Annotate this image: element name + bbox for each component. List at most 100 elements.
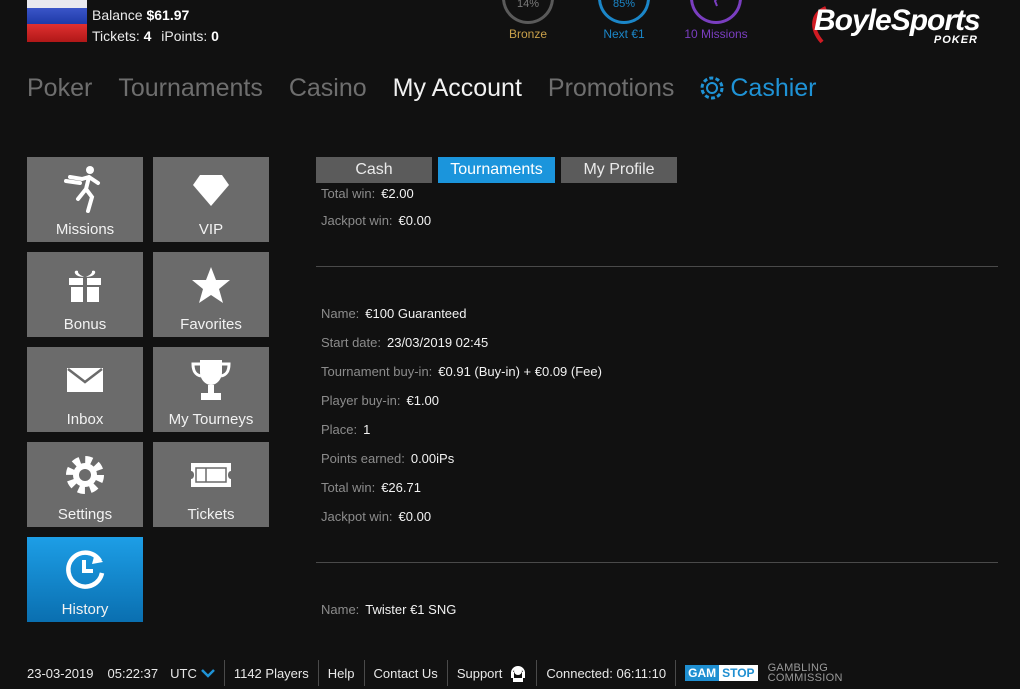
tile-missions[interactable]: Missions [27, 157, 143, 242]
current-date: 23-03-2019 [27, 665, 94, 681]
history-icon [66, 550, 105, 589]
tile-my-tourneys[interactable]: My Tourneys [153, 347, 269, 432]
gamstop-stop-text: STOP [719, 665, 758, 681]
main-navigation: Poker Tournaments Casino My Account Prom… [27, 70, 843, 106]
timezone-selector[interactable]: UTC [170, 666, 215, 681]
jackpot-win-value: €0.00 [398, 509, 432, 524]
next-reward-label: Next €1 [603, 27, 645, 41]
contact-us-link[interactable]: Contact Us [363, 660, 447, 686]
jackpot-label: Jackpot win: [321, 213, 393, 228]
tile-favorites[interactable]: Favorites [153, 252, 269, 337]
tile-history-label: History [61, 601, 109, 618]
next-reward-progress[interactable]: 85% Next €1 [579, 0, 669, 41]
tile-bonus[interactable]: Bonus [27, 252, 143, 337]
gift-icon [69, 270, 101, 302]
diamond-icon [193, 175, 229, 206]
history-tabs: Cash Tournaments My Profile [316, 157, 683, 183]
help-link[interactable]: Help [317, 660, 364, 686]
connection-status: Connected: 06:11:10 [536, 660, 675, 686]
trophy-icon [191, 360, 231, 400]
tile-vip[interactable]: VIP [153, 157, 269, 242]
start-date-label: Start date: [321, 335, 381, 350]
nav-promotions[interactable]: Promotions [548, 74, 674, 103]
boylesports-poker-logo: BoyleSports POKER [808, 2, 988, 46]
tab-tournaments[interactable]: Tournaments [438, 157, 555, 183]
history-row-total-win: Total win: €26.71 [321, 480, 421, 495]
tournament-history-list[interactable]: Total win: €2.00 Jackpot win: €0.00 Name: €… [316, 183, 998, 635]
total-win-label: Total win: [321, 186, 376, 201]
commission-text: COMMISSION [767, 672, 843, 684]
tournament-buyin-value: €0.91 (Buy-in) + €0.09 (Fee) [438, 364, 602, 379]
mission-figure-icon [713, 0, 718, 7]
jackpot-value: €0.00 [398, 213, 432, 228]
nav-cashier-label: Cashier [730, 73, 817, 102]
gamstop-logo[interactable]: GAM STOP [685, 665, 758, 681]
history-row-jackpot: Jackpot win: €0.00 [321, 213, 431, 228]
tile-bonus-label: Bonus [63, 316, 107, 333]
player-buyin-label: Player buy-in: [321, 393, 401, 408]
tab-my-profile[interactable]: My Profile [561, 157, 677, 183]
country-flag [27, 0, 87, 42]
history-row-jackpot-win: Jackpot win: €0.00 [321, 509, 431, 524]
timezone-label: UTC [170, 665, 197, 681]
name-value: Twister €1 SNG [365, 602, 457, 617]
bronze-progress[interactable]: 14% Bronze [483, 0, 573, 41]
jackpot-win-label: Jackpot win: [321, 509, 393, 524]
nav-my-account[interactable]: My Account [393, 74, 522, 103]
tile-my-tourneys-label: My Tourneys [168, 411, 254, 428]
logo-subtitle: POKER [933, 34, 978, 46]
nav-poker[interactable]: Poker [27, 74, 92, 103]
tile-settings-label: Settings [57, 506, 113, 523]
gambling-commission-logo[interactable]: GAMBLING COMMISSION [767, 663, 843, 684]
tile-inbox[interactable]: Inbox [27, 347, 143, 432]
star-icon [192, 267, 230, 303]
responsible-gambling-logos: GAM STOP GAMBLING COMMISSION [675, 660, 852, 686]
history-row-total-win-partial: Total win: €2.00 [321, 186, 414, 201]
tab-cash[interactable]: Cash [316, 157, 432, 183]
missions-ring [690, 0, 742, 24]
history-row-tournament-buyin: Tournament buy-in: €0.91 (Buy-in) + €0.09… [321, 364, 602, 379]
nav-casino[interactable]: Casino [289, 74, 367, 103]
total-win-value: €26.71 [381, 480, 421, 495]
nav-tournaments[interactable]: Tournaments [118, 74, 263, 103]
place-label: Place: [321, 422, 358, 437]
history-row-place: Place: 1 [321, 422, 370, 437]
ipoints-label: iPoints: [161, 28, 208, 44]
bronze-progress-ring: 14% [502, 0, 554, 24]
tile-history[interactable]: History [27, 537, 143, 622]
current-time: 05:22:37 [107, 665, 159, 681]
gamstop-gam-text: GAM [685, 665, 720, 681]
tile-tickets[interactable]: Tickets [153, 442, 269, 527]
start-date-value: 23/03/2019 02:45 [386, 335, 489, 350]
tile-settings[interactable]: Settings [27, 442, 143, 527]
missions-icon [64, 166, 100, 213]
name-label: Name: [321, 306, 360, 321]
support-link[interactable]: Support [446, 660, 537, 686]
players-online: 1142 Players [223, 660, 318, 686]
tickets-label: Tickets: [92, 28, 140, 44]
support-label: Support [456, 665, 503, 681]
history-row-start-date: Start date: 23/03/2019 02:45 [321, 335, 488, 350]
history-row-name: Name: €100 Guaranteed [321, 306, 467, 321]
ticket-icon [191, 463, 231, 487]
logo-wordmark: BoyleSports [814, 4, 981, 37]
player-buyin-value: €1.00 [406, 393, 440, 408]
headset-icon [511, 666, 526, 682]
next-reward-ring: 85% [598, 0, 650, 24]
missions-progress[interactable]: 10 Missions [671, 0, 761, 41]
status-bar: 23-03-2019 05:22:37 UTC 1142 Players Hel… [27, 660, 852, 686]
name-label: Name: [321, 602, 360, 617]
history-row-points-earned: Points earned: 0.00iPs [321, 451, 454, 466]
entry-divider [316, 562, 998, 563]
total-win-label: Total win: [321, 480, 376, 495]
tile-missions-label: Missions [55, 221, 115, 238]
tile-favorites-label: Favorites [180, 316, 242, 333]
tickets-value: 4 [143, 28, 152, 44]
history-row-player-buyin: Player buy-in: €1.00 [321, 393, 439, 408]
date-time: 23-03-2019 05:22:37 UTC [27, 660, 224, 686]
balance-value: $61.97 [146, 7, 190, 23]
missions-label: 10 Missions [684, 27, 748, 41]
nav-cashier[interactable]: Cashier [700, 73, 817, 103]
tile-inbox-label: Inbox [66, 411, 104, 428]
bronze-progress-label: Bronze [508, 27, 548, 41]
